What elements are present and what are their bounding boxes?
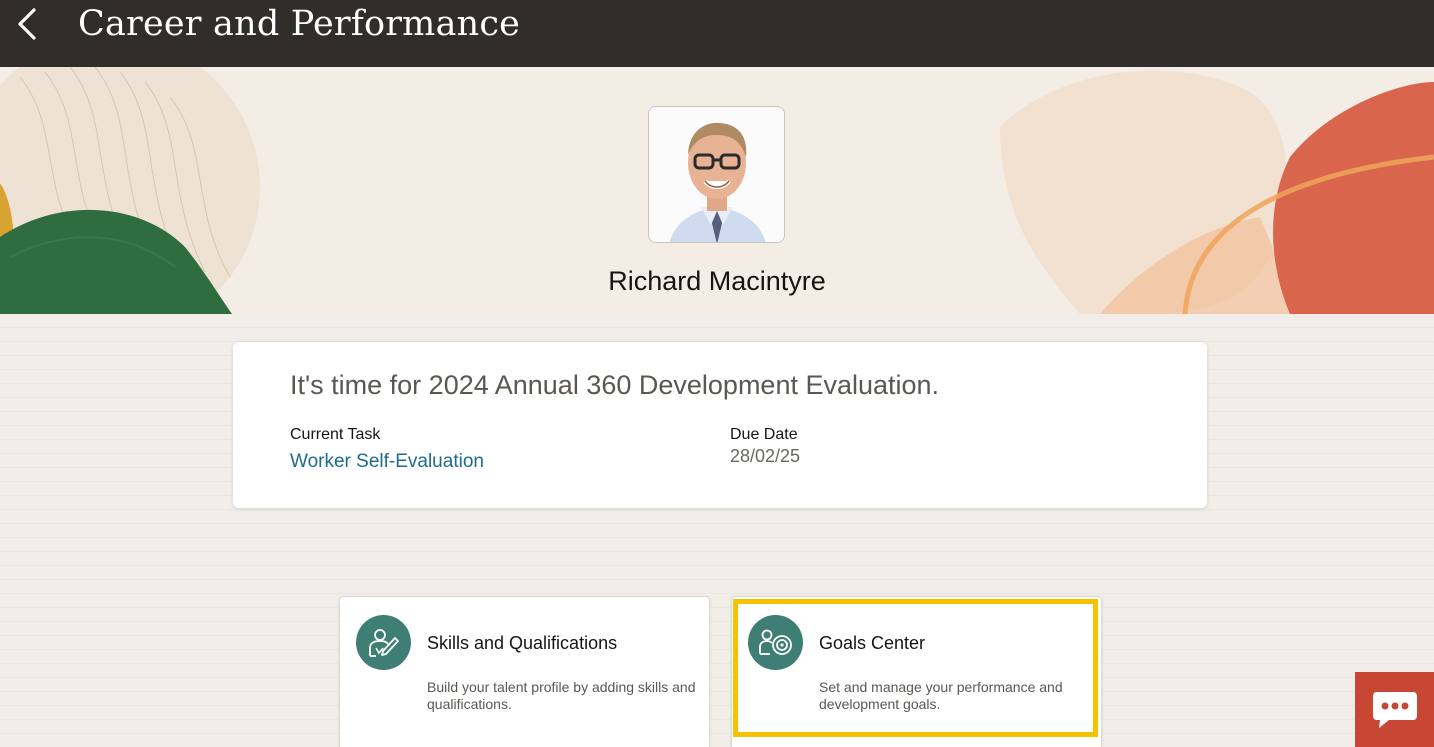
evaluation-card: It's time for 2024 Annual 360 Developmen… <box>233 342 1207 508</box>
avatar <box>648 106 785 243</box>
evaluation-heading: It's time for 2024 Annual 360 Developmen… <box>290 370 940 400</box>
chat-bubble-icon <box>1372 691 1417 728</box>
tile-title: Goals Center <box>819 633 926 653</box>
tile-description: Set and manage your performance and deve… <box>819 679 1063 712</box>
skills-qualifications-tile[interactable]: Skills and Qualifications Build your tal… <box>339 596 710 747</box>
chevron-left-icon <box>18 8 36 40</box>
current-task-link[interactable]: Worker Self-Evaluation <box>290 451 484 473</box>
profile-name: Richard Macintyre <box>608 266 826 296</box>
tile-description: Build your talent profile by adding skil… <box>427 679 696 712</box>
page-title: Career and Performance <box>78 4 521 44</box>
due-date-label: Due Date <box>730 426 798 443</box>
top-bar: Career and Performance <box>0 0 1434 67</box>
due-date-value: 28/02/25 <box>730 446 801 466</box>
person-target-icon <box>748 615 803 670</box>
back-button[interactable] <box>10 4 44 44</box>
current-task-label: Current Task <box>290 426 381 443</box>
tile-title: Skills and Qualifications <box>427 633 618 653</box>
chat-button[interactable] <box>1355 672 1434 747</box>
goals-center-tile[interactable]: Goals Center Set and manage your perform… <box>731 596 1102 747</box>
profile-photo <box>649 107 784 242</box>
person-edit-icon <box>356 615 411 670</box>
